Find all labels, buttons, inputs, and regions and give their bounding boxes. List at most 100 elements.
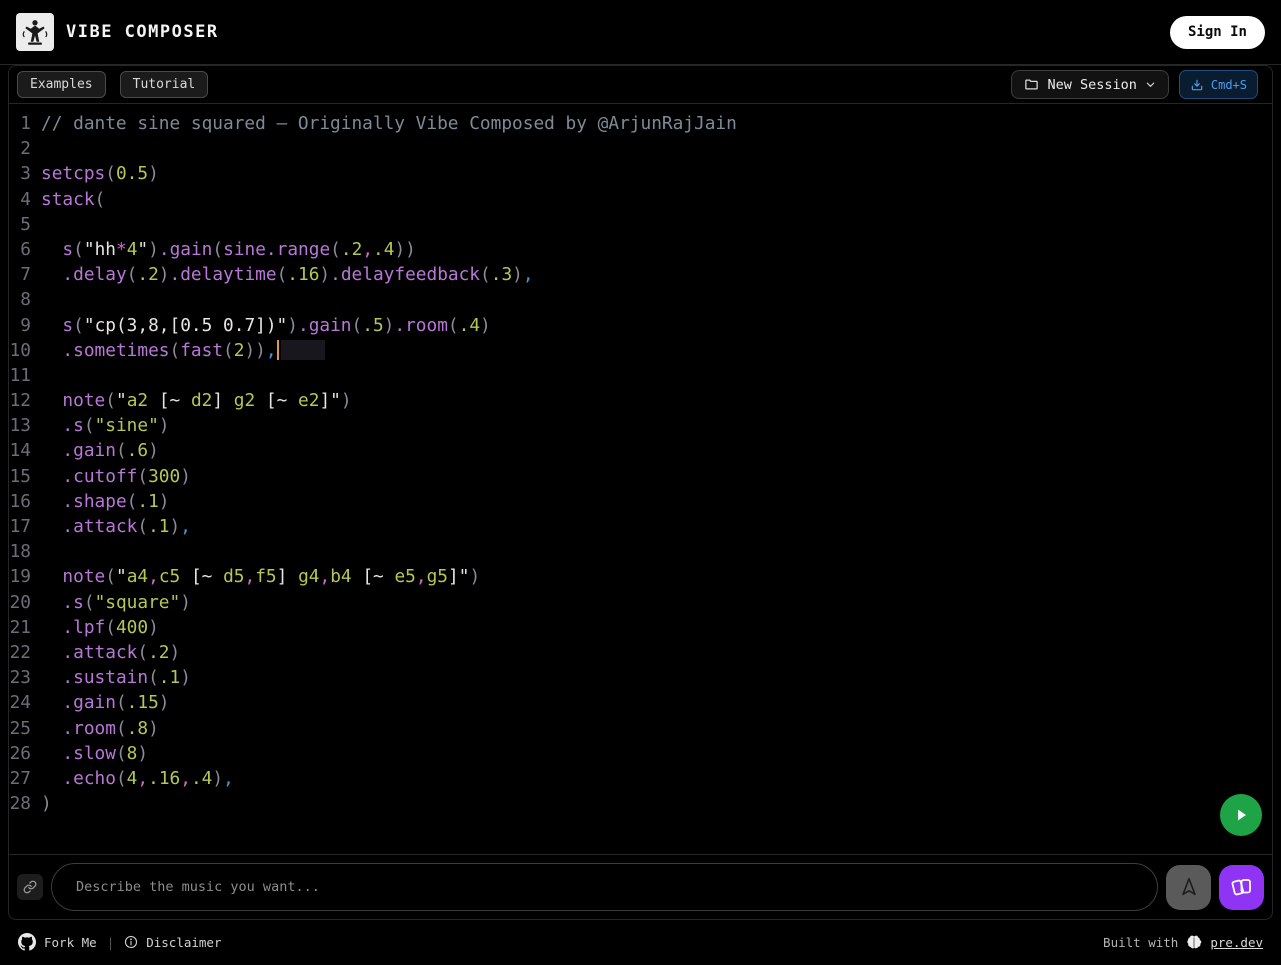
line-number: 14 (9, 440, 31, 462)
flashcards-button[interactable] (1219, 864, 1264, 910)
code-line-16[interactable]: 16 .shape(.1) (9, 489, 1272, 514)
line-number: 24 (9, 692, 31, 714)
examples-button[interactable]: Examples (17, 71, 106, 98)
code-text: s("hh*4").gain(sine.range(.2,.4)) (62, 238, 416, 260)
code-text: .echo(4,.16,.4), (62, 767, 234, 789)
toolbar-right: New Session Cmd+S (1011, 70, 1264, 99)
fork-me-label: Fork Me (44, 934, 97, 950)
brand: VIBE COMPOSER (16, 13, 219, 51)
code-text: s("cp(3,8,[0.5 0.7])").gain(.5).room(.4) (62, 314, 491, 336)
folder-icon (1024, 77, 1039, 92)
code-line-15[interactable]: 15 .cutoff(300) (9, 464, 1272, 489)
code-line-27[interactable]: 27 .echo(4,.16,.4), (9, 766, 1272, 791)
code-text: ) (41, 793, 52, 815)
code-line-12[interactable]: 12 note("a2 [~ d2] g2 [~ e2]") (9, 388, 1272, 413)
code-line-17[interactable]: 17 .attack(.1), (9, 514, 1272, 539)
line-number: 15 (9, 465, 31, 487)
code-line-24[interactable]: 24 .gain(.15) (9, 690, 1272, 715)
toolbar: Examples Tutorial New Session Cmd+S (9, 66, 1272, 104)
code-line-2[interactable]: 2 (9, 136, 1272, 161)
send-icon (1178, 876, 1200, 898)
code-text: .gain(.6) (62, 440, 159, 462)
run-button[interactable] (1220, 794, 1262, 836)
sign-in-button[interactable]: Sign In (1169, 15, 1265, 49)
code-text: note("a2 [~ d2] g2 [~ e2]") (62, 390, 352, 412)
line-number: 20 (9, 591, 31, 613)
play-icon (1231, 805, 1251, 825)
text-cursor (276, 339, 280, 360)
github-icon (18, 933, 36, 951)
new-session-label: New Session (1047, 76, 1137, 93)
code-line-21[interactable]: 21 .lpf(400) (9, 615, 1272, 640)
code-line-5[interactable]: 5 (9, 212, 1272, 237)
line-number: 6 (20, 238, 31, 260)
line-number: 5 (20, 213, 31, 235)
code-text: .s("square") (62, 591, 191, 613)
code-line-9[interactable]: 9 s("cp(3,8,[0.5 0.7])").gain(.5).room(.… (9, 313, 1272, 338)
line-number: 22 (9, 641, 31, 663)
line-number: 1 (20, 113, 31, 134)
code-line-22[interactable]: 22 .attack(.2) (9, 640, 1272, 665)
code-line-8[interactable]: 8 (9, 287, 1272, 312)
attach-link-button[interactable] (17, 874, 43, 900)
app-title: VIBE COMPOSER (66, 22, 219, 42)
tutorial-button[interactable]: Tutorial (119, 71, 209, 98)
code-line-3[interactable]: 3 setcps(0.5) (9, 161, 1272, 186)
prompt-input[interactable] (51, 863, 1158, 911)
code-line-25[interactable]: 25 .room(.8) (9, 716, 1272, 741)
code-line-28[interactable]: 28) (9, 791, 1272, 816)
cmd-s-button[interactable]: Cmd+S (1178, 70, 1258, 99)
ghost-highlight (281, 339, 326, 360)
line-number: 10 (9, 339, 31, 361)
code-line-7[interactable]: 7 .delay(.2).delaytime(.16).delayfeedbac… (9, 262, 1272, 287)
line-number: 11 (9, 364, 31, 386)
code-text: // dante sine squared — Originally Vibe … (41, 113, 737, 134)
disclaimer-link[interactable]: Disclaimer (124, 935, 221, 950)
code-text: .delay(.2).delaytime(.16).delayfeedback(… (62, 264, 534, 286)
code-text: note("a4,c5 [~ d5,f5] g4,b4 [~ e5,g5]") (62, 566, 481, 588)
code-line-26[interactable]: 26 .slow(8) (9, 741, 1272, 766)
code-line-11[interactable]: 11 (9, 363, 1272, 388)
line-number: 18 (9, 541, 31, 563)
code-text: .cutoff(300) (62, 465, 191, 487)
line-number: 9 (20, 314, 31, 336)
code-line-6[interactable]: 6 s("hh*4").gain(sine.range(.2,.4)) (9, 237, 1272, 262)
code-text: .sometimes(fast(2)), (41, 338, 1272, 363)
code-line-13[interactable]: 13 .s("sine") (9, 413, 1272, 438)
code-text: .sustain(.1) (62, 667, 191, 689)
send-button[interactable] (1166, 864, 1211, 910)
pre-dev-link[interactable]: pre.dev (1210, 935, 1263, 950)
prompt-bar (9, 854, 1272, 919)
code-text: .shape(.1) (62, 490, 170, 512)
conductor-logo-icon (16, 13, 54, 51)
link-icon (23, 880, 37, 894)
footer: Fork Me | Disclaimer Built with pre.dev (0, 920, 1281, 964)
footer-separator: | (106, 934, 115, 950)
cmd-s-label: Cmd+S (1210, 77, 1247, 92)
cards-icon (1230, 875, 1254, 899)
code-text: .gain(.15) (62, 692, 170, 714)
line-number: 3 (20, 163, 31, 185)
code-editor[interactable]: 1 // dante sine squared — Originally Vibe… (9, 104, 1272, 854)
code-line-14[interactable]: 14 .gain(.6) (9, 438, 1272, 463)
code-line-23[interactable]: 23 .sustain(.1) (9, 665, 1272, 690)
code-text: .attack(.2) (62, 641, 181, 663)
info-icon (124, 935, 138, 949)
code-line-10[interactable]: 10 .sometimes(fast(2)), (9, 338, 1272, 363)
line-number: 28 (9, 793, 31, 815)
code-line-19[interactable]: 19 note("a4,c5 [~ d5,f5] g4,b4 [~ e5,g5]… (9, 564, 1272, 589)
code-text: stack( (41, 188, 106, 210)
code-line-20[interactable]: 20 .s("square") (9, 590, 1272, 615)
code-line-4[interactable]: 4 stack( (9, 187, 1272, 212)
code-line-1[interactable]: 1 // dante sine squared — Originally Vibe… (9, 111, 1272, 136)
line-number: 7 (20, 264, 31, 286)
line-number: 16 (9, 490, 31, 512)
line-number: 26 (9, 742, 31, 764)
code-line-18[interactable]: 18 (9, 539, 1272, 564)
new-session-button[interactable]: New Session (1011, 70, 1169, 99)
footer-right: Built with pre.dev (1103, 934, 1263, 950)
fork-me-link[interactable]: Fork Me (18, 933, 97, 951)
